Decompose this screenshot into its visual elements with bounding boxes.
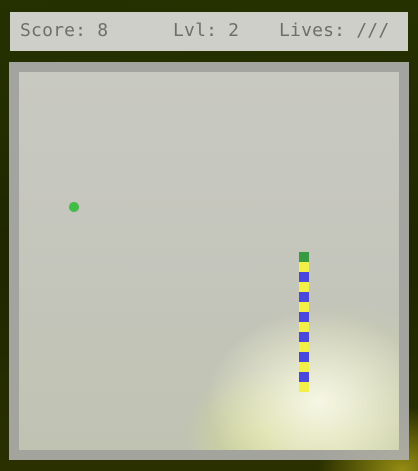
snake-segment: [299, 382, 309, 392]
snake-segment: [299, 332, 309, 342]
food-pellet: [69, 202, 79, 212]
snake-segment: [299, 362, 309, 372]
snake-segment: [299, 302, 309, 312]
snake-segment: [299, 342, 309, 352]
snake-segment: [299, 372, 309, 382]
snake-segment: [299, 282, 309, 292]
snake-segment: [299, 352, 309, 362]
score-label: Score: 8: [20, 20, 109, 41]
game-board-frame: [9, 62, 409, 460]
snake-segment: [299, 262, 309, 272]
level-label: Lvl: 2: [173, 20, 240, 41]
game-board[interactable]: [19, 72, 399, 450]
snake-segment: [299, 312, 309, 322]
hud-bar: Score: 8 Lvl: 2 Lives: ///: [10, 12, 408, 51]
snake-segment: [299, 322, 309, 332]
snake-segment: [299, 292, 309, 302]
snake-segment: [299, 272, 309, 282]
lives-label: Lives: ///: [279, 20, 390, 41]
snake-head: [299, 252, 309, 262]
